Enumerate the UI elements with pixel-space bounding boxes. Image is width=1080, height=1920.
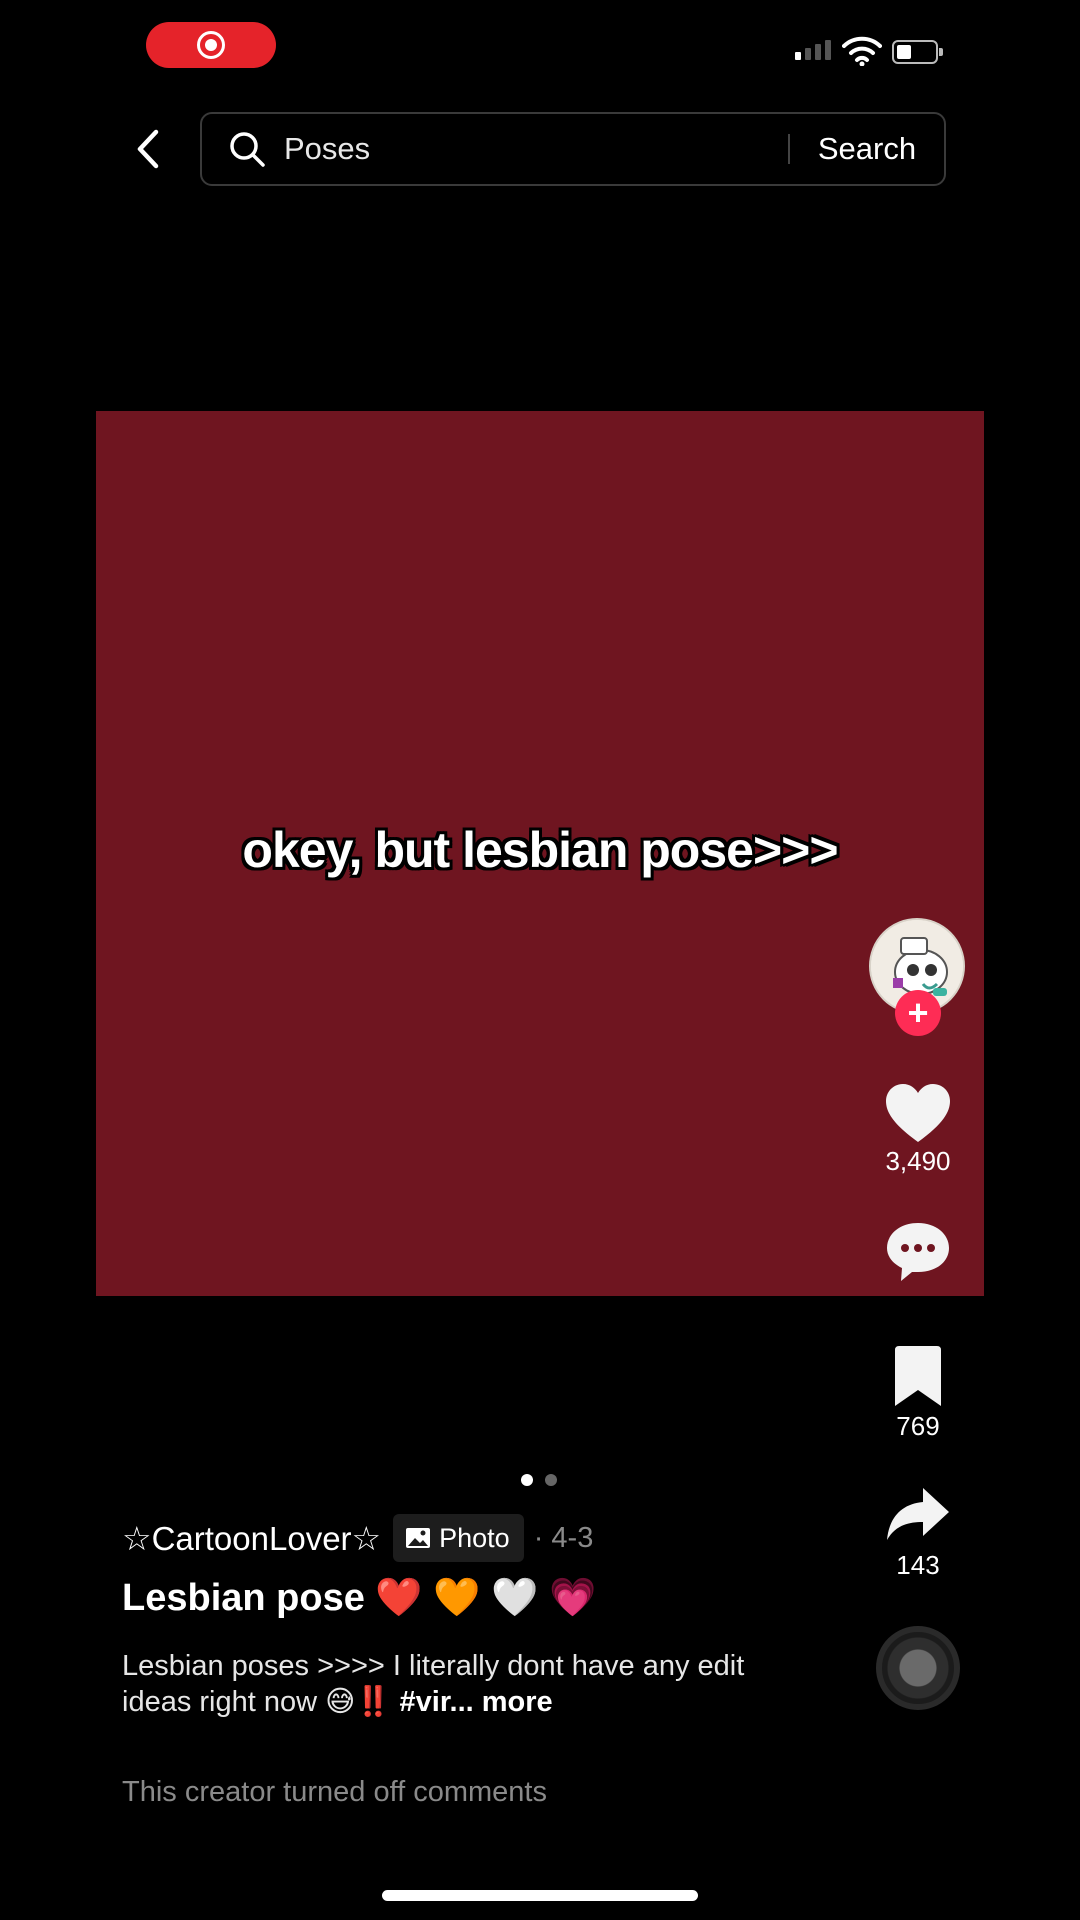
screen-recording-indicator[interactable] bbox=[146, 22, 276, 68]
battery-icon bbox=[892, 40, 943, 64]
creator-username[interactable]: ☆CartoonLover☆ bbox=[122, 1519, 381, 1558]
post-title: Lesbian pose ❤️ 🧡 🤍 💗 bbox=[122, 1577, 597, 1619]
overlay-caption: okey, but lesbian pose>>> bbox=[242, 822, 838, 878]
more-button[interactable]: more bbox=[474, 1686, 553, 1718]
carousel-dot-active bbox=[521, 1474, 533, 1486]
bookmark-count: 769 bbox=[896, 1411, 940, 1441]
comment-icon[interactable] bbox=[883, 1220, 953, 1284]
search-bar[interactable]: Poses Search bbox=[200, 112, 946, 186]
carousel-indicator bbox=[521, 1474, 557, 1486]
search-icon bbox=[230, 132, 265, 167]
back-arrow-icon[interactable] bbox=[126, 126, 172, 172]
follow-button[interactable]: + bbox=[895, 990, 941, 1036]
record-icon bbox=[197, 31, 225, 59]
share-icon[interactable] bbox=[883, 1484, 953, 1548]
search-button[interactable]: Search bbox=[790, 131, 944, 167]
post-date: · 4-3 bbox=[533, 1521, 594, 1554]
search-input[interactable]: Poses bbox=[284, 131, 788, 167]
wifi-icon bbox=[842, 36, 882, 66]
share-count: 143 bbox=[896, 1550, 940, 1580]
carousel-dot bbox=[545, 1474, 557, 1486]
photo-slide[interactable]: okey, but lesbian pose>>> bbox=[96, 411, 984, 1296]
photo-type-label: Photo bbox=[439, 1522, 510, 1553]
home-indicator[interactable] bbox=[382, 1890, 698, 1901]
photo-type-badge: Photo bbox=[393, 1514, 524, 1562]
sound-disc[interactable] bbox=[876, 1626, 960, 1710]
photo-icon bbox=[406, 1528, 431, 1548]
signal-icon bbox=[795, 40, 831, 60]
heart-icon[interactable] bbox=[883, 1082, 953, 1146]
post-description[interactable]: Lesbian poses >>>> I literally dont have… bbox=[122, 1648, 782, 1720]
hashtag-link[interactable]: #vir... bbox=[400, 1686, 474, 1718]
bookmark-icon[interactable] bbox=[883, 1346, 953, 1410]
comments-disabled-notice: This creator turned off comments bbox=[122, 1776, 547, 1808]
like-count: 3,490 bbox=[885, 1146, 951, 1176]
post-meta: ☆CartoonLover☆ Photo · 4-3 bbox=[122, 1514, 593, 1562]
